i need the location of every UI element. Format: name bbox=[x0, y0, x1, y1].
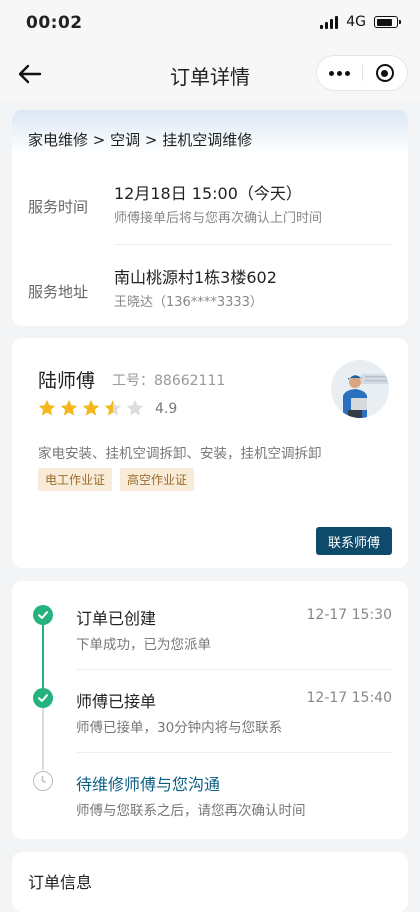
timeline-title: 待维修师傅与您沟通 bbox=[76, 775, 221, 794]
timeline-time: 12-17 15:40 bbox=[306, 690, 392, 706]
divider bbox=[114, 244, 392, 245]
service-time-label: 服务时间 bbox=[28, 198, 89, 216]
service-address-label: 服务地址 bbox=[28, 283, 89, 301]
master-name: 陆师傅 bbox=[38, 370, 96, 392]
divider bbox=[76, 669, 392, 670]
clock-icon bbox=[33, 771, 53, 791]
timeline-desc: 师傅与您联系之后，请您再次确认时间 bbox=[76, 803, 306, 819]
star-icon bbox=[82, 400, 100, 416]
mini-program-capsule bbox=[316, 55, 408, 91]
order-info-title: 订单信息 bbox=[28, 873, 93, 892]
status-bar: 00:02 4G bbox=[0, 0, 420, 48]
arrow-left-icon bbox=[18, 64, 42, 84]
more-dots-icon bbox=[328, 70, 350, 76]
star-icon bbox=[60, 400, 78, 416]
contact-master-button[interactable]: 联系师傅 bbox=[316, 527, 392, 555]
star-icon bbox=[38, 400, 56, 416]
master-work-no: 工号：88662111 bbox=[112, 373, 226, 389]
certificate-tag: 电工作业证 bbox=[38, 468, 113, 491]
battery-icon bbox=[374, 16, 401, 28]
close-mini-program-button[interactable] bbox=[363, 56, 408, 90]
order-progress-card: 订单已创建 12-17 15:30 下单成功，已为您派单 师傅已接单 12-17… bbox=[12, 581, 408, 839]
master-skills: 家电安装、挂机空调拆卸、安装，挂机空调拆卸 bbox=[38, 446, 322, 462]
order-info-card: 订单信息 bbox=[12, 852, 408, 912]
service-time-note: 师傅接单后将与您再次确认上门时间 bbox=[114, 211, 323, 226]
signal-icon bbox=[320, 15, 339, 29]
rating-value: 4.9 bbox=[155, 401, 178, 417]
status-time: 00:02 bbox=[26, 13, 83, 33]
timeline-desc: 下单成功，已为您派单 bbox=[76, 637, 211, 653]
more-button[interactable] bbox=[317, 56, 362, 90]
star-icon bbox=[126, 400, 144, 416]
check-icon bbox=[33, 605, 53, 625]
nav-bar: 订单详情 bbox=[0, 48, 420, 100]
timeline-title: 订单已创建 bbox=[76, 609, 157, 628]
timeline-desc: 师傅已接单，30分钟内将与您联系 bbox=[76, 720, 283, 736]
status-indicators: 4G bbox=[320, 14, 401, 30]
service-contact: 王晓达（136****3333） bbox=[114, 295, 263, 310]
master-card: 陆师傅 工号：88662111 4.9 家电安装、挂机空调拆卸、安装，挂机空调拆… bbox=[12, 338, 408, 568]
service-address-value: 南山桃源村1栋3楼602 bbox=[114, 268, 277, 287]
timeline-title: 师傅已接单 bbox=[76, 692, 157, 711]
rating-stars bbox=[38, 399, 144, 417]
target-icon bbox=[375, 64, 394, 82]
certificate-tag: 高空作业证 bbox=[120, 468, 195, 491]
service-time-value: 12月18日 15:00（今天） bbox=[114, 184, 302, 203]
service-card: 家电维修 > 空调 > 挂机空调维修 服务时间 12月18日 15:00（今天）… bbox=[12, 110, 408, 326]
avatar bbox=[331, 360, 389, 418]
timeline-connector bbox=[42, 624, 44, 698]
star-icon bbox=[104, 400, 122, 416]
certificate-tags: 电工作业证 高空作业证 bbox=[38, 468, 195, 491]
technician-photo bbox=[331, 360, 389, 418]
network-type: 4G bbox=[346, 14, 366, 30]
check-icon bbox=[33, 688, 53, 708]
back-button[interactable] bbox=[16, 60, 44, 88]
service-breadcrumb: 家电维修 > 空调 > 挂机空调维修 bbox=[28, 131, 253, 149]
timeline-connector bbox=[42, 708, 44, 770]
divider bbox=[76, 752, 392, 753]
timeline-time: 12-17 15:30 bbox=[306, 607, 392, 623]
